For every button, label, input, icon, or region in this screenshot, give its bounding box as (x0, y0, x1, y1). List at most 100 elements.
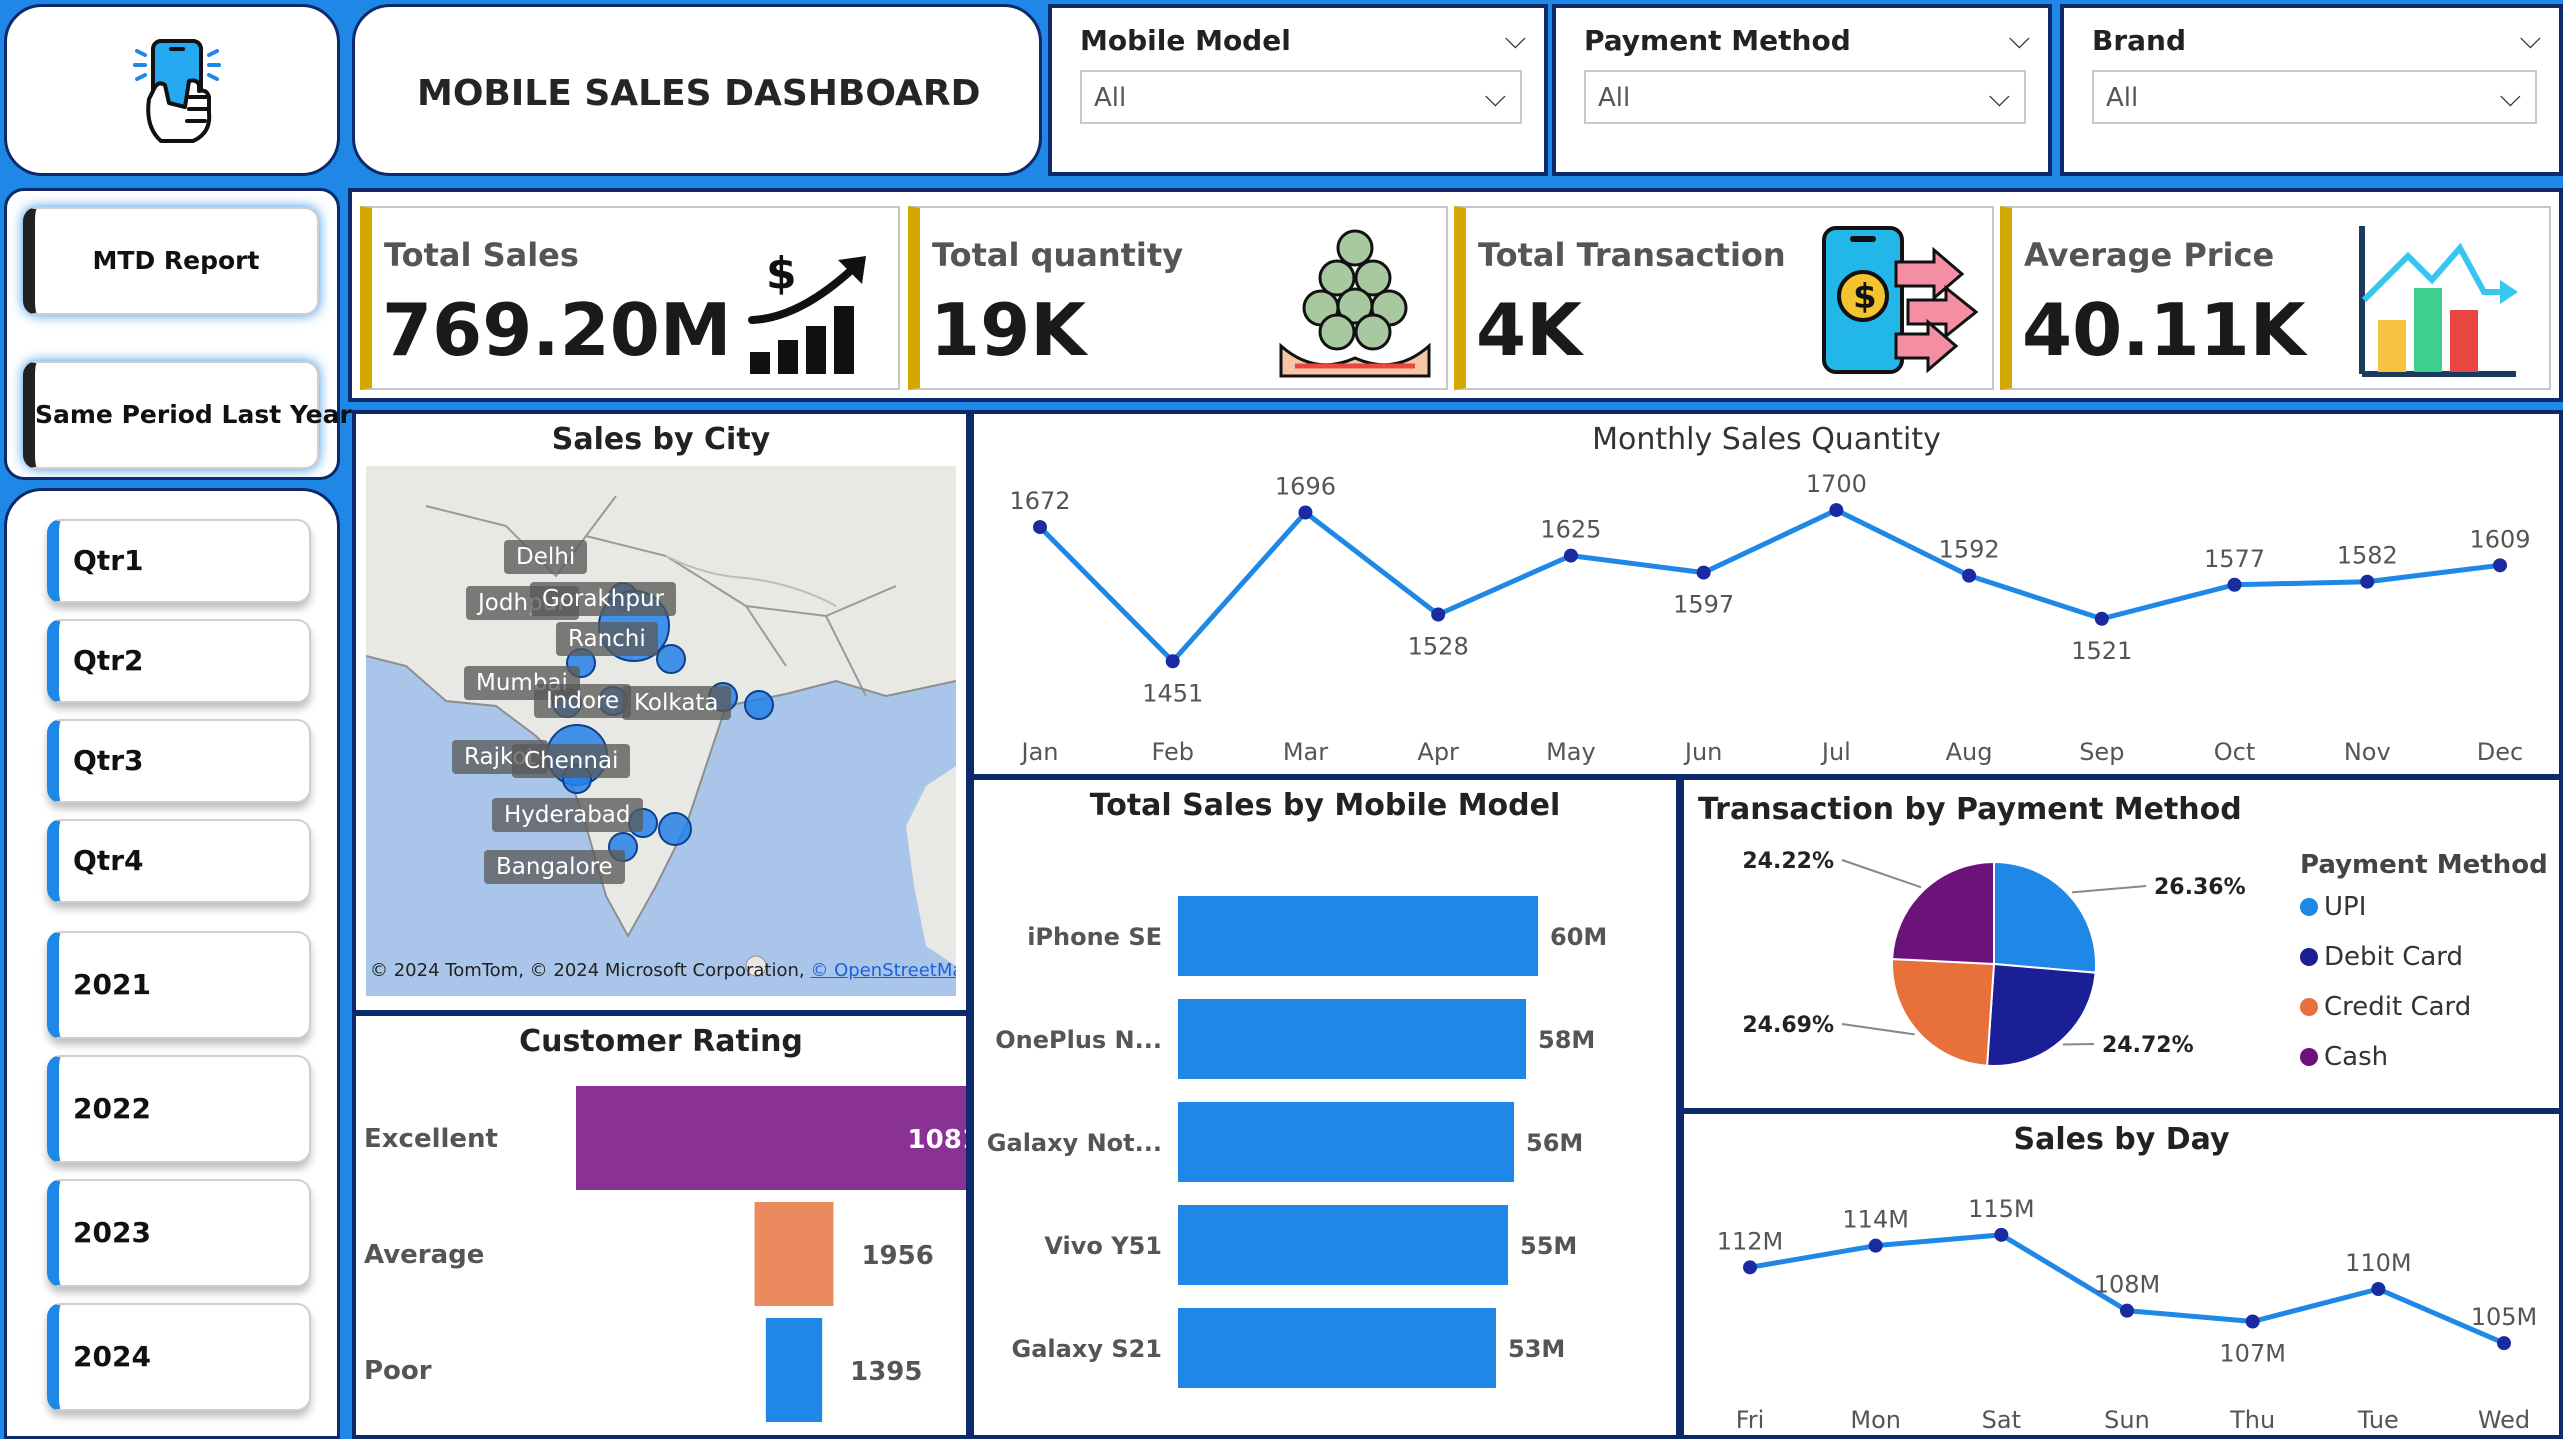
filter-select[interactable]: All ⌵ (1584, 70, 2026, 124)
data-label: 24.72% (2102, 1033, 2194, 1058)
data-label: 115M (1968, 1195, 2035, 1223)
rating-bar (765, 1318, 823, 1422)
filter-payment-method[interactable]: Payment Method ⌵ All ⌵ (1552, 4, 2052, 176)
qtr1-button[interactable]: Qtr1 (47, 519, 311, 603)
filter-value: All (2106, 83, 2139, 113)
pie-slice (1993, 860, 2097, 974)
model-bar (1178, 896, 1538, 976)
x-tick-label: Mar (1283, 738, 1328, 766)
chevron-down-icon[interactable]: ⌵ (2009, 22, 2030, 56)
chevron-down-icon[interactable]: ⌵ (2520, 22, 2541, 56)
filter-brand[interactable]: Brand ⌵ All ⌵ (2060, 4, 2563, 176)
year-2022-button[interactable]: 2022 (47, 1055, 311, 1163)
data-label: 1582 (2337, 542, 2398, 570)
data-label: 1672 (1009, 487, 1070, 515)
filter-select[interactable]: All ⌵ (1080, 70, 1522, 124)
model-bar (1178, 999, 1526, 1079)
filter-select[interactable]: All ⌵ (2092, 70, 2537, 124)
filter-mobile-model[interactable]: Mobile Model ⌵ All ⌵ (1048, 4, 1548, 176)
city-label: Delhi (504, 540, 588, 574)
data-point (2227, 577, 2242, 592)
x-tick-label: Dec (2477, 738, 2523, 766)
kpi-total-sales: Total Sales 769.20M $ (360, 206, 900, 390)
kpi-total-transaction: Total Transaction 4K $ (1454, 206, 1994, 390)
year-2021-button[interactable]: 2021 (47, 931, 311, 1039)
chart-title: Monthly Sales Quantity (1592, 422, 1941, 457)
category-label: Galaxy Not... (987, 1129, 1162, 1157)
kpi-value: 769.20M (382, 288, 732, 372)
legend-label: UPI (2324, 892, 2367, 922)
data-label: 114M (1842, 1206, 1909, 1234)
data-label: 1597 (1673, 591, 1734, 619)
sales-by-day-panel: Sales by Day 112M Fri 114M Mon 115M Sat 108M Su… (1680, 1110, 2563, 1439)
bar-chart-icon (2359, 226, 2518, 377)
period-nav-panel: Qtr1 Qtr2 Qtr3 Qtr4 2021 2022 2023 2024 (4, 488, 340, 1439)
chevron-down-icon[interactable]: ⌵ (2500, 80, 2521, 114)
kpi-average-price: Average Price 40.11K (2000, 206, 2551, 390)
data-label: 110M (2345, 1249, 2412, 1277)
customer-rating-chart: Excellent 10812 Average 1956 Poor 1395 (364, 1086, 966, 1422)
data-point (1431, 607, 1446, 622)
qtr2-button[interactable]: Qtr2 (47, 619, 311, 703)
sales-by-model-chart: iPhone SE 60M OnePlus N... 58M Galaxy Not...… (987, 896, 1607, 1388)
data-point (1696, 565, 1711, 580)
kpi-label: Total Transaction (1478, 236, 1786, 274)
city-map[interactable]: Delhi Jodhpur Gorakhpur Ranchi Mumbai In… (366, 466, 956, 996)
chart-title: Total Sales by Mobile Model (1089, 788, 1561, 823)
category-label: Vivo Y51 (1044, 1232, 1162, 1260)
legend-item-cash[interactable]: Cash (2300, 1042, 2388, 1072)
filter-label: Payment Method (1584, 24, 1851, 57)
logo-panel (4, 4, 340, 176)
category-label: iPhone SE (1027, 923, 1162, 951)
filter-value: All (1598, 83, 1631, 113)
monthly-sales-chart: 1672 Jan 1451 Feb 1696 Mar 1528 Apr 1625 May 1597 J… (1009, 470, 2530, 766)
title-panel: MOBILE SALES DASHBOARD (352, 4, 1042, 176)
data-label: 1521 (2071, 637, 2132, 665)
year-2023-button[interactable]: 2023 (47, 1179, 311, 1287)
data-label: 1592 (1939, 536, 2000, 564)
data-point (1298, 505, 1313, 520)
data-point (2120, 1303, 2134, 1318)
x-tick-label: Aug (1946, 738, 1993, 766)
data-label: 58M (1538, 1026, 1595, 1054)
city-bubble[interactable] (744, 690, 774, 720)
legend-item-credit-card[interactable]: Credit Card (2300, 992, 2471, 1022)
data-label: 56M (1526, 1129, 1583, 1157)
city-bubble[interactable] (656, 644, 686, 674)
x-tick-label: Sep (2079, 738, 2124, 766)
legend-item-debit-card[interactable]: Debit Card (2300, 942, 2463, 972)
data-label: 1696 (1275, 473, 1336, 501)
chevron-down-icon[interactable]: ⌵ (1505, 22, 1526, 56)
data-label: 53M (1508, 1335, 1565, 1363)
data-point (1829, 503, 1844, 518)
year-2024-button[interactable]: 2024 (47, 1303, 311, 1411)
data-point (1962, 568, 1977, 583)
rating-bar (754, 1202, 834, 1306)
same-period-last-year-button[interactable]: Same Period Last Year (23, 361, 352, 469)
legend-item-upi[interactable]: UPI (2300, 892, 2366, 922)
city-bubble[interactable] (658, 812, 692, 846)
data-label: 107M (2219, 1340, 2286, 1368)
mtd-report-button[interactable]: MTD Report (23, 207, 319, 315)
openstreetmap-link[interactable]: © OpenStreetMap (810, 960, 956, 981)
category-label: OnePlus N... (995, 1026, 1162, 1054)
category-label: Average (364, 1240, 484, 1270)
data-label: 108M (2094, 1271, 2161, 1299)
map-attribution: © 2024 TomTom, © 2024 Microsoft Corporat… (370, 960, 956, 981)
chevron-down-icon[interactable]: ⌵ (1485, 80, 1506, 114)
qtr4-button[interactable]: Qtr4 (47, 819, 311, 903)
x-tick-label: Tue (2357, 1406, 2399, 1434)
leader-line (1841, 1023, 1915, 1036)
x-tick-label: Apr (1417, 738, 1459, 766)
chevron-down-icon[interactable]: ⌵ (1989, 80, 2010, 114)
pie-slice (1985, 962, 2097, 1067)
data-point (2245, 1314, 2260, 1329)
qtr3-button[interactable]: Qtr3 (47, 719, 311, 803)
data-label: 112M (1717, 1227, 1784, 1255)
city-label: Indore (534, 684, 632, 718)
filter-value: All (1094, 83, 1127, 113)
city-label: Ranchi (556, 622, 658, 656)
data-label: 1451 (1142, 679, 1203, 707)
data-point (1743, 1260, 1757, 1275)
data-label: 105M (2471, 1303, 2538, 1331)
